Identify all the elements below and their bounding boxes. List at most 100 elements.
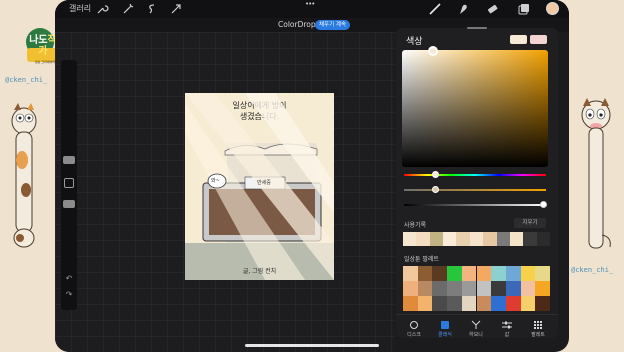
palette-swatch[interactable]: [461, 281, 477, 296]
classic-icon[interactable]: [438, 320, 452, 330]
palette-swatch[interactable]: [491, 266, 506, 281]
color-history-row: [403, 232, 550, 246]
palette-grid: [403, 266, 550, 311]
palette-swatch[interactable]: [432, 266, 448, 281]
speech-bubble-text: 와~: [211, 178, 220, 184]
transform-arrow-icon[interactable]: [169, 2, 183, 16]
color-square[interactable]: [402, 50, 548, 167]
palette-swatch[interactable]: [447, 281, 462, 296]
right-side-art: [581, 98, 611, 249]
history-swatch[interactable]: [496, 232, 510, 246]
palette-swatch[interactable]: [535, 281, 550, 296]
tab-classic[interactable]: 클래식: [429, 331, 461, 338]
palette-swatch[interactable]: [476, 281, 492, 296]
palette-swatch[interactable]: [520, 266, 536, 281]
gallery-button[interactable]: 갤러리: [69, 3, 91, 14]
palette-swatch[interactable]: [403, 281, 418, 296]
previous-color-chip[interactable]: [530, 35, 547, 44]
palette-swatch[interactable]: [505, 296, 521, 311]
palette-swatch[interactable]: [432, 296, 448, 311]
palette-swatch[interactable]: [535, 266, 550, 281]
tab-bar-divider: [396, 314, 558, 315]
palette-swatch[interactable]: [432, 281, 448, 296]
palette-label: 일상툰 팔레트: [404, 256, 440, 263]
palette-swatch[interactable]: [491, 296, 506, 311]
modify-button[interactable]: [64, 178, 74, 188]
palette-swatch[interactable]: [476, 266, 492, 281]
palette-swatch[interactable]: [505, 281, 521, 296]
palette-swatch[interactable]: [461, 296, 477, 311]
artwork-sign-text: 만세중: [257, 180, 271, 186]
history-swatch[interactable]: [416, 232, 430, 246]
palette-swatch[interactable]: [403, 296, 418, 311]
top-toolbar: 갤러리 •••: [55, 0, 569, 18]
history-swatch[interactable]: [509, 232, 524, 246]
selection-icon[interactable]: [145, 2, 159, 16]
palette-swatch[interactable]: [447, 266, 462, 281]
more-menu[interactable]: •••: [305, 0, 315, 8]
smudge-icon[interactable]: [456, 2, 470, 16]
palette-swatch[interactable]: [520, 281, 536, 296]
brush-icon[interactable]: [428, 2, 442, 16]
palette-swatch[interactable]: [535, 296, 550, 311]
value-icon[interactable]: [500, 320, 514, 330]
current-color-chip[interactable]: [510, 35, 527, 44]
panel-grabber[interactable]: [467, 27, 487, 29]
palette-swatch[interactable]: [417, 296, 433, 311]
history-swatch[interactable]: [456, 232, 470, 246]
saturation-slider-handle[interactable]: [432, 186, 439, 193]
history-swatch[interactable]: [536, 232, 550, 246]
document-title: ColorDrop: [278, 20, 316, 29]
redo-icon[interactable]: ↷: [64, 290, 74, 300]
history-swatch[interactable]: [523, 232, 537, 246]
brush-size-slider[interactable]: [63, 156, 75, 164]
undo-icon[interactable]: ↶: [64, 274, 74, 284]
palette-swatch[interactable]: [476, 296, 492, 311]
artwork: 일상이에게 방이 생겼습니다. 와~ 만세중 글, 그림 컨치: [185, 93, 334, 280]
history-swatch[interactable]: [429, 232, 444, 246]
eraser-icon[interactable]: [485, 2, 499, 16]
layers-icon[interactable]: [516, 2, 530, 16]
history-swatch[interactable]: [443, 232, 457, 246]
palette-swatch[interactable]: [417, 266, 433, 281]
adjustments-wand-icon[interactable]: [121, 2, 135, 16]
saturation-slider[interactable]: [404, 189, 546, 191]
history-swatch[interactable]: [469, 232, 484, 246]
home-indicator: [245, 344, 379, 347]
palette-swatch[interactable]: [505, 266, 521, 281]
palette-swatch[interactable]: [447, 296, 462, 311]
harmony-icon[interactable]: [469, 320, 483, 330]
brightness-slider[interactable]: [404, 204, 546, 206]
hue-slider[interactable]: [404, 174, 546, 176]
artwork-credit: 글, 그림 컨치: [242, 268, 277, 275]
hue-slider-handle[interactable]: [432, 171, 439, 178]
sidebar-controls: ↶ ↷: [61, 60, 77, 310]
palette-swatch[interactable]: [491, 281, 506, 296]
procreate-window: 갤러리 ••• ColorDrop 채우기 계속 ↶ ↷ 일상이에게 방: [55, 0, 569, 352]
palette-swatch[interactable]: [520, 296, 536, 311]
opacity-slider[interactable]: [63, 200, 75, 208]
clear-history-button[interactable]: 지우기: [514, 218, 546, 228]
logo-line1: 나도: [29, 35, 48, 46]
brightness-slider-handle[interactable]: [540, 201, 547, 208]
disc-icon[interactable]: [407, 320, 421, 330]
palette-swatch[interactable]: [461, 266, 477, 281]
palette-icon[interactable]: [531, 320, 545, 330]
current-color-swatch[interactable]: [546, 2, 559, 15]
color-panel: 색상 사용기록 지우기 일상툰 팔레트 디스크 클래식 하모니 값 팔레트: [396, 27, 558, 338]
tab-disc[interactable]: 디스크: [398, 331, 430, 338]
history-swatch[interactable]: [403, 232, 417, 246]
tab-value[interactable]: 값: [491, 331, 523, 338]
left-logo-text: 나도작가: [29, 35, 57, 57]
artwork-scene: [185, 93, 334, 280]
history-label: 사용기록: [404, 222, 427, 229]
palette-swatch[interactable]: [417, 281, 433, 296]
tab-harmony[interactable]: 하모니: [460, 331, 492, 338]
color-picker-handle[interactable]: [428, 46, 438, 56]
left-handle: @cken_chi_: [5, 76, 48, 84]
colordrop-fill-badge[interactable]: 채우기 계속: [315, 20, 351, 30]
tab-palettes[interactable]: 팔레트: [522, 331, 554, 338]
wrench-icon[interactable]: [95, 2, 109, 16]
palette-swatch[interactable]: [403, 266, 418, 281]
history-swatch[interactable]: [483, 232, 497, 246]
